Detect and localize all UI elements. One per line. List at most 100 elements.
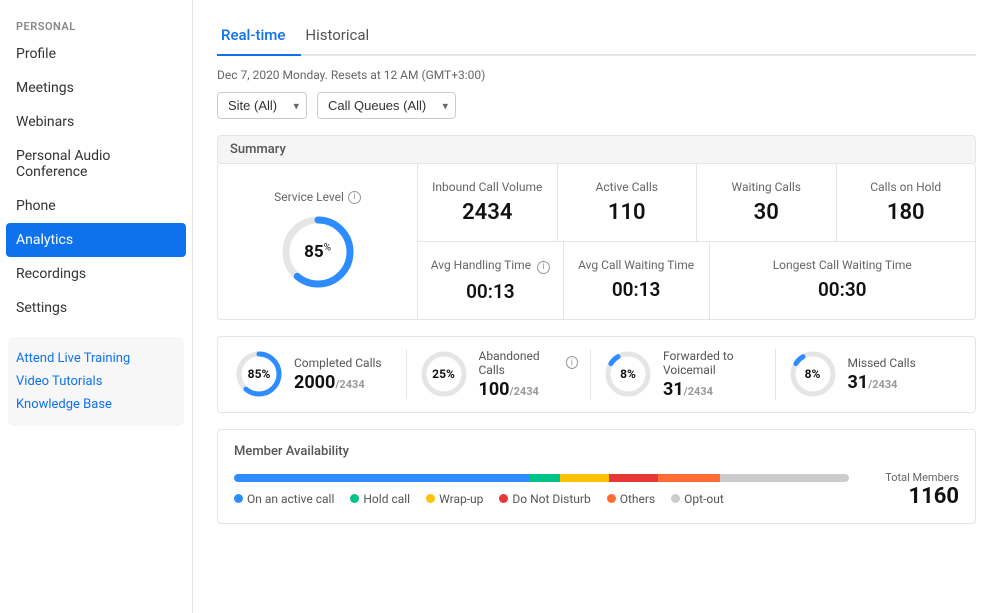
sidebar-item-settings[interactable]: Settings bbox=[0, 291, 192, 325]
call-stat-voicemail: 8% Forwarded to Voicemail 31/2434 bbox=[603, 349, 776, 400]
stat-waiting-value: 30 bbox=[709, 200, 824, 225]
legend-dot-dnd bbox=[499, 494, 508, 503]
stat-active-label: Active Calls bbox=[570, 180, 685, 194]
bar-dnd bbox=[609, 474, 658, 482]
bar-others bbox=[658, 474, 720, 482]
sidebar-item-personal-audio[interactable]: Personal Audio Conference bbox=[0, 139, 192, 189]
bar-wrapup bbox=[560, 474, 609, 482]
sidebar-link-tutorials[interactable]: Video Tutorials bbox=[16, 370, 176, 393]
missed-label: Missed Calls bbox=[848, 356, 916, 370]
legend-label-optout: Opt-out bbox=[684, 492, 724, 506]
total-members: Total Members 1160 bbox=[869, 471, 959, 509]
voicemail-text: Forwarded to Voicemail 31/2434 bbox=[663, 349, 763, 400]
call-stat-abandoned: 25% Abandoned Calls i 100/2434 bbox=[419, 349, 592, 400]
abandoned-donut: 25% bbox=[419, 349, 469, 399]
legend-active-call: On an active call bbox=[234, 492, 334, 506]
legend-label-active: On an active call bbox=[247, 492, 334, 506]
legend-dot-hold bbox=[350, 494, 359, 503]
right-stats: Inbound Call Volume 2434 Active Calls 11… bbox=[418, 164, 975, 319]
total-members-label: Total Members bbox=[869, 471, 959, 484]
sidebar-link-training[interactable]: Attend Live Training bbox=[16, 347, 176, 370]
date-info: Dec 7, 2020 Monday. Resets at 12 AM (GMT… bbox=[217, 68, 976, 82]
abandoned-info-icon[interactable]: i bbox=[566, 356, 578, 369]
stat-inbound-label: Inbound Call Volume bbox=[430, 180, 545, 194]
stat-hold: Calls on Hold 180 bbox=[837, 164, 976, 241]
bar-active-call bbox=[234, 474, 529, 482]
legend-wrapup: Wrap-up bbox=[426, 492, 483, 506]
sidebar-item-phone[interactable]: Phone bbox=[0, 189, 192, 223]
tab-realtime[interactable]: Real-time bbox=[217, 16, 301, 56]
sidebar-section-label: PERSONAL bbox=[0, 12, 192, 37]
abandoned-pct: 25% bbox=[432, 367, 455, 381]
sidebar-item-analytics[interactable]: Analytics bbox=[6, 223, 186, 257]
completed-label: Completed Calls bbox=[294, 356, 382, 370]
sidebar: PERSONAL Profile Meetings Webinars Perso… bbox=[0, 0, 193, 613]
call-stats-section: 85% Completed Calls 2000/2434 bbox=[217, 336, 976, 413]
completed-value: 2000/2434 bbox=[294, 372, 382, 393]
missed-donut: 8% bbox=[788, 349, 838, 399]
call-stat-missed: 8% Missed Calls 31/2434 bbox=[788, 349, 960, 399]
stat-longest-waiting-value: 00:30 bbox=[722, 278, 964, 301]
stat-inbound: Inbound Call Volume 2434 bbox=[418, 164, 558, 241]
stat-avg-waiting-value: 00:13 bbox=[576, 278, 697, 301]
queue-filter-wrap: Call Queues (All) bbox=[317, 92, 456, 119]
abandoned-label: Abandoned Calls i bbox=[479, 349, 579, 377]
tab-historical[interactable]: Historical bbox=[301, 16, 385, 56]
service-level-value: 85% bbox=[304, 242, 331, 262]
stat-avg-handling-value: 00:13 bbox=[430, 280, 551, 303]
legend-row: On an active call Hold call Wrap-up bbox=[234, 492, 849, 506]
stat-waiting: Waiting Calls 30 bbox=[697, 164, 837, 241]
legend-label-dnd: Do Not Disturb bbox=[512, 492, 590, 506]
top-stats-row: Service Level i 85% bbox=[218, 164, 975, 319]
tab-bar: Real-time Historical bbox=[217, 16, 976, 56]
legend-label-wrapup: Wrap-up bbox=[439, 492, 483, 506]
main-content: Real-time Historical Dec 7, 2020 Monday.… bbox=[193, 0, 1000, 613]
stat-longest-waiting-label: Longest Call Waiting Time bbox=[722, 258, 964, 272]
sidebar-item-recordings[interactable]: Recordings bbox=[0, 257, 192, 291]
voicemail-label: Forwarded to Voicemail bbox=[663, 349, 763, 377]
time-stats-row: Avg Handling Time i 00:13 Avg Call Waiti… bbox=[418, 242, 975, 319]
bar-optout bbox=[720, 474, 849, 482]
sidebar-resources: Attend Live Training Video Tutorials Kno… bbox=[8, 337, 184, 426]
stat-hold-value: 180 bbox=[849, 200, 964, 225]
stat-active: Active Calls 110 bbox=[558, 164, 698, 241]
voicemail-pct: 8% bbox=[620, 367, 636, 381]
stat-hold-label: Calls on Hold bbox=[849, 180, 964, 194]
legend-label-hold: Hold call bbox=[363, 492, 410, 506]
missed-text: Missed Calls 31/2434 bbox=[848, 356, 916, 393]
service-level-donut: 85% bbox=[278, 212, 358, 292]
queue-filter[interactable]: Call Queues (All) bbox=[317, 92, 456, 119]
stat-avg-waiting-label: Avg Call Waiting Time bbox=[576, 258, 697, 272]
site-filter[interactable]: Site (All) bbox=[217, 92, 307, 119]
total-members-value: 1160 bbox=[869, 484, 959, 509]
bar-hold-call bbox=[529, 474, 560, 482]
legend-hold-call: Hold call bbox=[350, 492, 410, 506]
member-bottom: On an active call Hold call Wrap-up bbox=[234, 471, 959, 509]
summary-label: Summary bbox=[217, 135, 976, 163]
legend-dot-others bbox=[607, 494, 616, 503]
abandoned-text: Abandoned Calls i 100/2434 bbox=[479, 349, 579, 400]
service-level-info-icon[interactable]: i bbox=[348, 191, 361, 204]
sidebar-link-knowledge[interactable]: Knowledge Base bbox=[16, 393, 176, 416]
stat-avg-handling-label: Avg Handling Time i bbox=[430, 258, 551, 274]
service-level-card: Service Level i 85% bbox=[218, 164, 418, 319]
sidebar-item-webinars[interactable]: Webinars bbox=[0, 105, 192, 139]
member-availability-section: Member Availability On an activ bbox=[217, 429, 976, 524]
completed-text: Completed Calls 2000/2434 bbox=[294, 356, 382, 393]
stat-inbound-value: 2434 bbox=[430, 200, 545, 225]
call-stats-row: 85% Completed Calls 2000/2434 bbox=[218, 337, 975, 412]
avg-handling-info-icon[interactable]: i bbox=[537, 261, 550, 274]
stat-avg-waiting: Avg Call Waiting Time 00:13 bbox=[564, 242, 710, 319]
legend-dnd: Do Not Disturb bbox=[499, 492, 590, 506]
sidebar-item-meetings[interactable]: Meetings bbox=[0, 71, 192, 105]
missed-value: 31/2434 bbox=[848, 372, 916, 393]
voicemail-donut: 8% bbox=[603, 349, 653, 399]
stat-avg-handling: Avg Handling Time i 00:13 bbox=[418, 242, 564, 319]
missed-pct: 8% bbox=[805, 367, 821, 381]
legend-dot-active bbox=[234, 494, 243, 503]
sidebar-item-profile[interactable]: Profile bbox=[0, 37, 192, 71]
service-level-label: Service Level i bbox=[274, 190, 361, 204]
abandoned-value: 100/2434 bbox=[479, 379, 579, 400]
member-availability-title: Member Availability bbox=[234, 444, 959, 459]
site-filter-wrap: Site (All) bbox=[217, 92, 307, 119]
